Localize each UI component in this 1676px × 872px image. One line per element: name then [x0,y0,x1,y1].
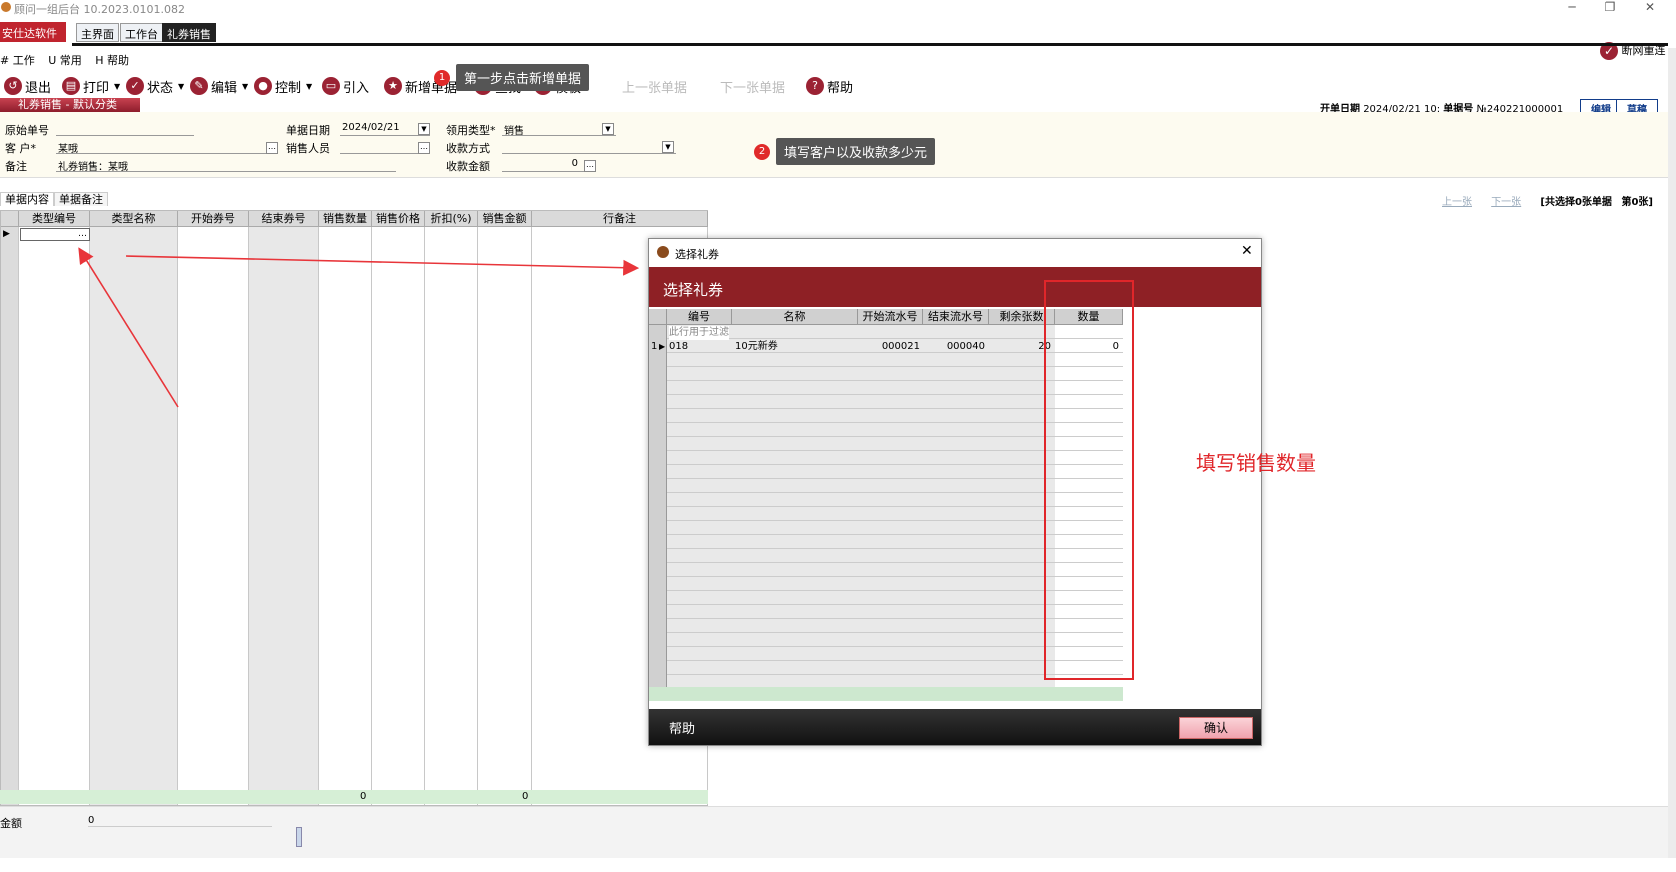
gift-end-serial: 000040 [946,341,985,352]
bottom-panel: 金额 0 [0,806,1668,858]
filter-row[interactable]: 此行用于过滤 [669,326,729,340]
gift-name: 10元新券 [735,341,778,352]
row-indicator-column [649,309,667,701]
col-name[interactable]: 名称 [732,309,858,325]
dialog-app-icon [657,246,669,258]
dialog-header: 选择礼券 [649,267,1261,307]
confirm-button[interactable]: 确认 [1179,717,1253,739]
gift-code: 018 [669,341,689,352]
vertical-scrollbar[interactable] [1668,48,1676,858]
bottom-amount-value: 0 [88,815,272,827]
dialog-titlebar: 选择礼券 ✕ [649,239,1261,267]
dialog-help-button[interactable]: 帮助 [669,718,695,737]
qty-highlight-box [1044,280,1134,680]
close-icon[interactable]: ✕ [1241,243,1253,259]
select-gift-dialog: 选择礼券 ✕ 选择礼券 编号 名称 开始流水号 结束流水号 剩余张数 数量 此行… [648,238,1262,746]
grid-corner [649,309,667,325]
dialog-footer: 帮助 确认 [649,709,1261,745]
step3-callout: 填写销售数量 [1196,451,1316,475]
bottom-amount-label: 金额 [0,817,22,830]
row-index: 1 [651,341,658,352]
dialog-title: 选择礼券 [675,248,719,261]
row-pointer-icon: ▶ [659,342,666,351]
gift-remaining: 20 [1038,341,1051,352]
splitter-handle[interactable] [296,827,302,847]
col-code[interactable]: 编号 [667,309,732,325]
gift-start-serial: 000021 [881,341,920,352]
col-end-serial[interactable]: 结束流水号 [923,309,989,325]
col-start-serial[interactable]: 开始流水号 [858,309,923,325]
dialog-grid-footer [649,687,1123,701]
